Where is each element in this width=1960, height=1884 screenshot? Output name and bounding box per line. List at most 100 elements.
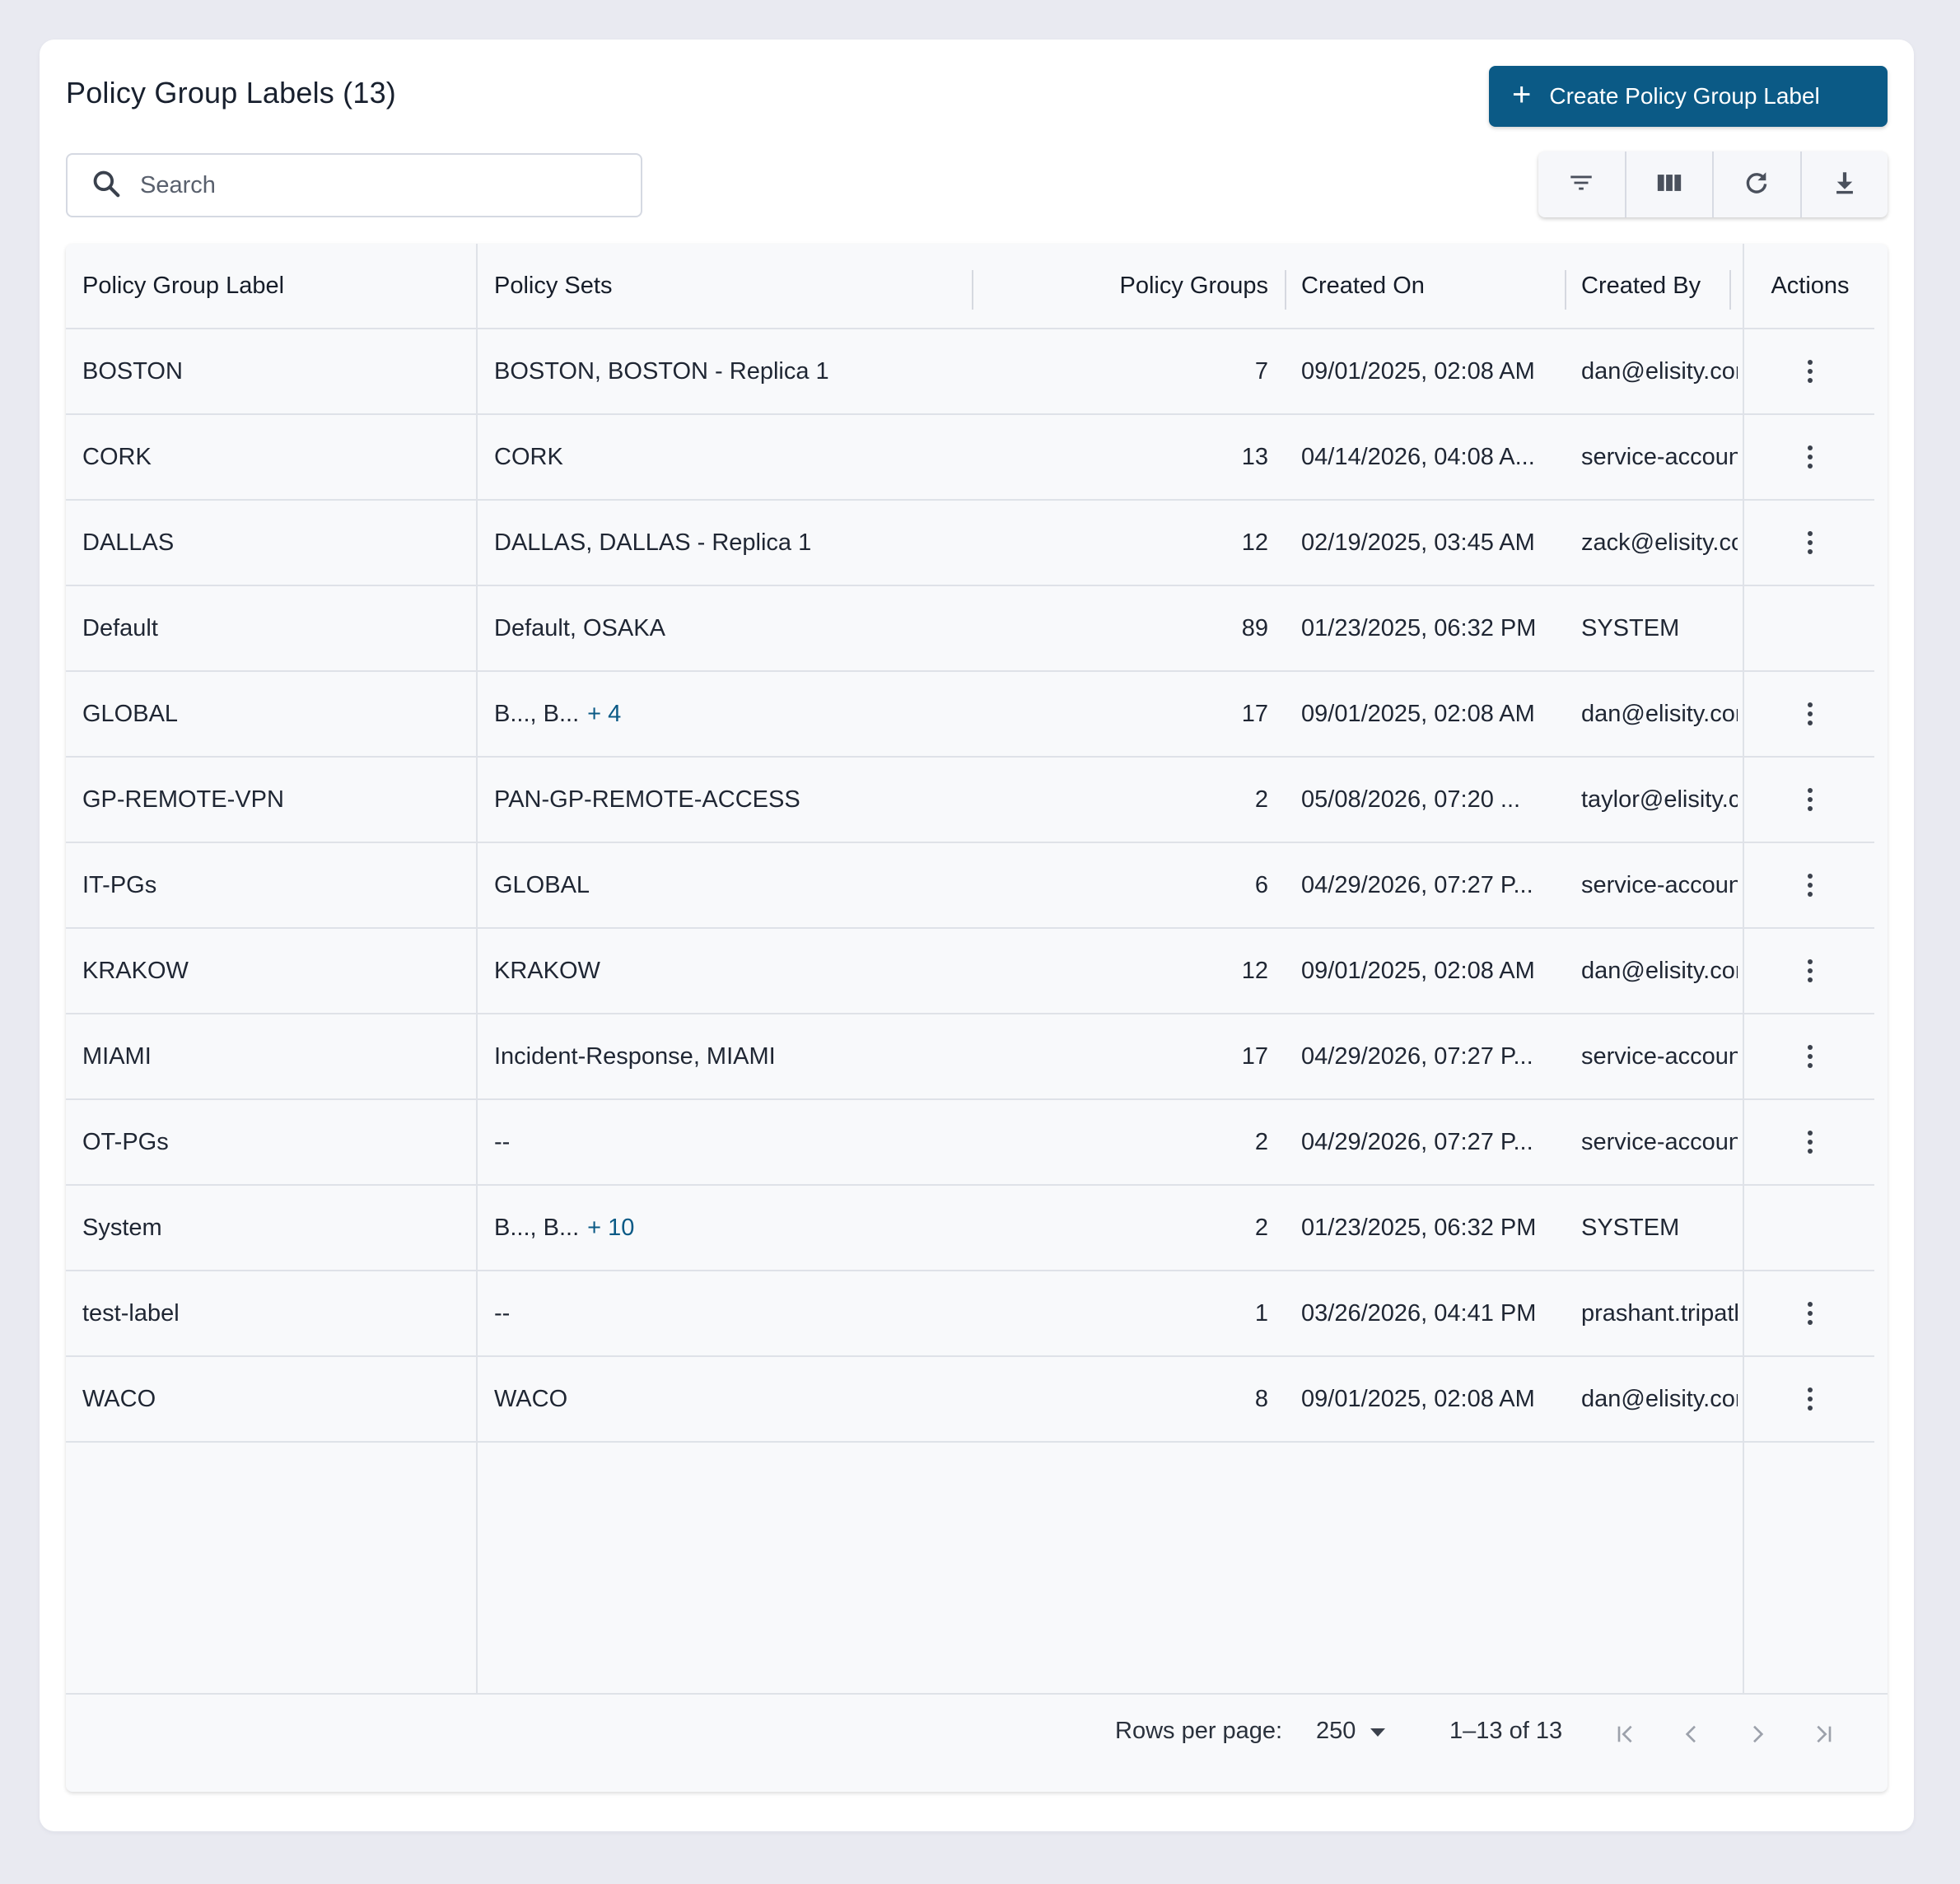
rows-per-page-select[interactable]: 250: [1316, 1718, 1387, 1745]
last-page-button[interactable]: [1807, 1719, 1840, 1752]
created-by-cell: prashant.tripath...: [1581, 1299, 1738, 1327]
table-row[interactable]: KRAKOW KRAKOW 12 09/01/2025, 02:08 AM dan@el…: [66, 929, 1874, 1014]
actions-cell: [1746, 415, 1874, 499]
columns-icon: [1655, 169, 1683, 201]
table-toolbar: [1538, 152, 1888, 217]
created-by-cell: zack@elisity.com: [1581, 529, 1738, 556]
policy-sets-text: BOSTON, BOSTON - Replica 1: [494, 357, 829, 385]
actions-cell: [1746, 843, 1874, 927]
policy-sets-cell: BOSTON, BOSTON - Replica 1: [494, 329, 972, 413]
policy-sets-text: Default, OSAKA: [494, 614, 665, 641]
column-resize-handle[interactable]: [1729, 270, 1731, 310]
create-policy-group-label-button[interactable]: + Create Policy Group Label: [1489, 66, 1888, 127]
column-header-policy-group-label[interactable]: Policy Group Label: [82, 244, 461, 328]
policy-sets-cell: PAN-GP-REMOTE-ACCESS: [494, 758, 972, 842]
chevron-left-icon: [1678, 1721, 1705, 1751]
table-row[interactable]: OT-PGs -- 2 04/29/2026, 07:27 P... service-a…: [66, 1100, 1874, 1186]
row-actions-button[interactable]: [1798, 526, 1822, 559]
created-by-cell: dan@elisity.com: [1581, 357, 1738, 385]
create-button-label: Create Policy Group Label: [1549, 83, 1820, 109]
created-on-cell: 03/26/2026, 04:41 PM: [1301, 1299, 1537, 1327]
policy-sets-cell: --: [494, 1100, 972, 1184]
policy-sets-cell: DALLAS, DALLAS - Replica 1: [494, 501, 972, 585]
filter-button[interactable]: [1538, 152, 1626, 217]
table-row[interactable]: Default Default, OSAKA 89 01/23/2025, 06:32…: [66, 586, 1874, 672]
created-on-cell: 09/01/2025, 02:08 AM: [1301, 957, 1535, 984]
column-resize-handle[interactable]: [1565, 270, 1566, 310]
last-page-icon: [1810, 1721, 1836, 1751]
created-by-cell: dan@elisity.com: [1581, 1385, 1738, 1412]
created-by-cell: SYSTEM: [1581, 1214, 1680, 1241]
table-row[interactable]: DALLAS DALLAS, DALLAS - Replica 1 12 02/19/…: [66, 501, 1874, 586]
table-row[interactable]: System B..., B... + 10 2 01/23/2025, 06:32 P…: [66, 1186, 1874, 1271]
table-row[interactable]: WACO WACO 8 09/01/2025, 02:08 AM dan@elisity…: [66, 1357, 1874, 1443]
table-row[interactable]: BOSTON BOSTON, BOSTON - Replica 1 7 09/01/2…: [66, 329, 1874, 415]
page-title: Policy Group Labels (13): [66, 76, 396, 110]
policy-group-label-cell: Default: [82, 614, 158, 641]
row-actions-button[interactable]: [1798, 1383, 1822, 1415]
created-by-cell: service-accoun...: [1581, 1042, 1738, 1070]
more-vert-icon: [1808, 360, 1813, 365]
policy-group-labels-card: Policy Group Labels (13) + Create Policy…: [40, 40, 1914, 1831]
policy-sets-cell: B..., B... + 4: [494, 672, 972, 756]
table-row[interactable]: GLOBAL B..., B... + 4 17 09/01/2025, 02:08 A…: [66, 672, 1874, 758]
column-header-policy-groups[interactable]: Policy Groups: [980, 244, 1268, 328]
table-row[interactable]: test-label -- 1 03/26/2026, 04:41 PM prashan…: [66, 1271, 1874, 1357]
policy-groups-cell: 17: [1241, 1042, 1268, 1070]
more-policy-sets-link[interactable]: + 4: [587, 701, 621, 728]
policy-group-label-cell: CORK: [82, 443, 152, 470]
policy-sets-text: --: [494, 1299, 511, 1327]
policy-group-label-cell: test-label: [82, 1299, 180, 1327]
actions-cell: [1746, 1357, 1874, 1441]
column-header-created-by[interactable]: Created By: [1581, 244, 1729, 328]
created-on-cell: 02/19/2025, 03:45 AM: [1301, 529, 1535, 556]
table-row[interactable]: CORK CORK 13 04/14/2026, 04:08 A... service-…: [66, 415, 1874, 501]
next-page-button[interactable]: [1741, 1719, 1774, 1752]
policy-sets-text: Incident-Response, MIAMI: [494, 1042, 776, 1070]
more-policy-sets-link[interactable]: + 10: [587, 1215, 634, 1242]
row-actions-button[interactable]: [1798, 1040, 1822, 1073]
previous-page-button[interactable]: [1675, 1719, 1708, 1752]
more-vert-icon: [1808, 788, 1813, 793]
more-vert-icon: [1808, 702, 1813, 707]
policy-sets-cell: KRAKOW: [494, 929, 972, 1013]
first-page-button[interactable]: [1609, 1719, 1642, 1752]
table-row[interactable]: GP-REMOTE-VPN PAN-GP-REMOTE-ACCESS 2 05/08/…: [66, 758, 1874, 843]
row-actions-button[interactable]: [1798, 1126, 1822, 1159]
column-resize-handle[interactable]: [972, 270, 973, 310]
row-actions-button[interactable]: [1798, 355, 1822, 388]
refresh-button[interactable]: [1714, 152, 1802, 217]
column-resize-handle[interactable]: [1285, 270, 1286, 310]
column-header-created-on[interactable]: Created On: [1301, 244, 1565, 328]
row-actions-button[interactable]: [1798, 1297, 1822, 1330]
first-page-icon: [1612, 1721, 1639, 1751]
caret-down-icon: [1369, 1718, 1387, 1745]
policy-groups-cell: 1: [1254, 1299, 1268, 1327]
row-actions-button[interactable]: [1798, 697, 1822, 730]
policy-group-label-cell: GLOBAL: [82, 700, 179, 727]
policy-group-label-cell: MIAMI: [82, 1042, 152, 1070]
created-by-cell: dan@elisity.com: [1581, 700, 1738, 727]
search-box: [66, 153, 642, 217]
column-header-policy-sets[interactable]: Policy Sets: [494, 244, 955, 328]
row-actions-button[interactable]: [1798, 441, 1822, 473]
actions-cell: [1746, 929, 1874, 1013]
chevron-right-icon: [1744, 1721, 1771, 1751]
row-actions-button[interactable]: [1798, 783, 1822, 816]
policy-sets-cell: B..., B... + 10: [494, 1186, 972, 1270]
row-actions-button[interactable]: [1798, 954, 1822, 987]
policy-sets-cell: Incident-Response, MIAMI: [494, 1014, 972, 1098]
search-input[interactable]: [138, 170, 603, 200]
download-button[interactable]: [1802, 152, 1888, 217]
table-row[interactable]: IT-PGs GLOBAL 6 04/29/2026, 07:27 P... servi…: [66, 843, 1874, 929]
policy-groups-cell: 7: [1254, 357, 1268, 385]
pagination-range: 1–13 of 13: [1449, 1718, 1563, 1744]
policy-sets-text: PAN-GP-REMOTE-ACCESS: [494, 786, 800, 813]
created-by-cell: service-accoun...: [1581, 443, 1738, 470]
created-on-cell: 05/08/2026, 07:20 ...: [1301, 786, 1521, 813]
policy-groups-cell: 8: [1254, 1385, 1268, 1412]
row-actions-button[interactable]: [1798, 869, 1822, 902]
policy-group-label-cell: IT-PGs: [82, 871, 157, 898]
columns-button[interactable]: [1626, 152, 1714, 217]
table-row[interactable]: MIAMI Incident-Response, MIAMI 17 04/29/202…: [66, 1014, 1874, 1100]
